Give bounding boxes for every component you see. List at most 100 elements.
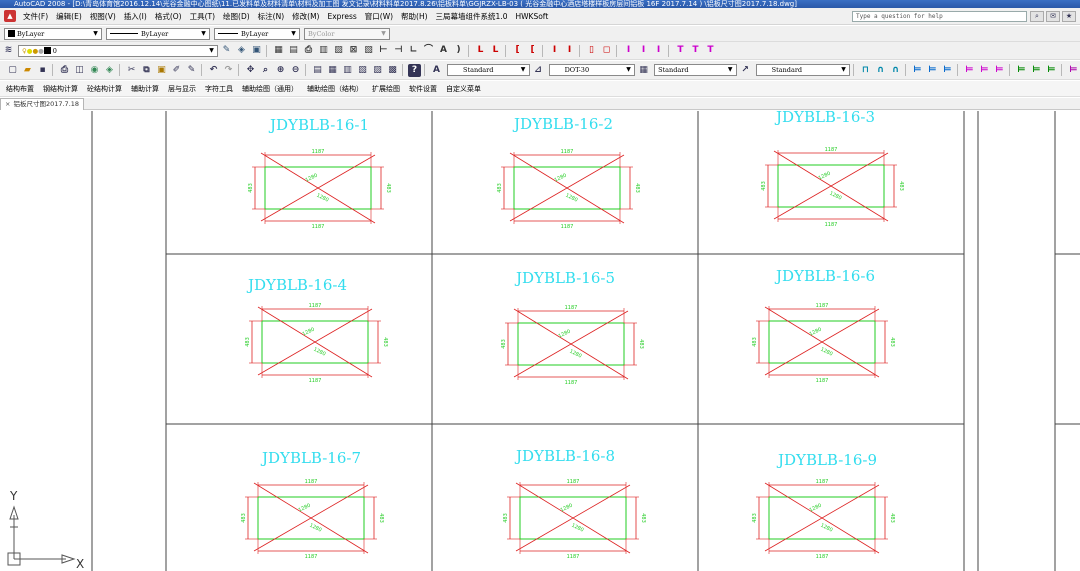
layer-states-icon[interactable]: ▣ [250,44,263,57]
text-style-icon[interactable]: A [430,64,443,77]
custom-menu-user-defined[interactable]: 自定义菜单 [440,84,484,94]
custom-menu-extended-draw[interactable]: 扩展绘图 [366,84,403,94]
markup-set-icon[interactable]: ▨ [371,64,384,77]
publish-icon[interactable]: ▨ [332,44,345,57]
etransmit-icon[interactable]: ◈ [103,64,116,77]
custom-menu-software-settings[interactable]: 软件设置 [403,84,440,94]
custom-menu-text-tools[interactable]: 字符工具 [199,84,236,94]
beam-tool-icon[interactable]: ∩ [874,64,887,77]
zoom-window-icon[interactable]: ⊠ [347,44,360,57]
dim-style-dropdown[interactable]: DOT-30 ▼ [548,64,636,76]
linetype-control-dropdown[interactable]: ByLayer ▼ [106,27,210,40]
aluminum-panel[interactable]: 1187 1187 483 483 1280 1280 [497,149,640,230]
properties-icon[interactable]: ▤ [311,64,324,77]
section-t2-icon[interactable]: T [689,44,702,57]
menu-draw[interactable]: 绘图(D) [219,8,254,25]
bracket-tool-8-icon[interactable]: ⊨ [1030,64,1043,77]
dimension-angular-icon[interactable]: ∟ [407,44,420,57]
section-c2-icon[interactable]: [ [526,44,539,57]
bracket-tool-1-icon[interactable]: ⊨ [911,64,924,77]
zoom-previous-icon[interactable]: ⊖ [289,64,302,77]
zoom-window-icon[interactable]: ⊕ [274,64,287,77]
bracket-tool-10-icon[interactable]: ⊨ [1067,64,1080,77]
lineweight-control-dropdown[interactable]: ByLayer ▼ [214,27,300,40]
redo-icon[interactable]: ↷ [222,64,235,77]
document-tab[interactable]: × 铝板尺寸图2017.7.18 [0,98,85,110]
column-tool-icon[interactable]: ⊓ [859,64,872,77]
sheet-set-manager-icon[interactable]: ▧ [356,64,369,77]
quickcalc-icon[interactable]: ▩ [386,64,399,77]
section-i-icon[interactable]: I [548,44,561,57]
drawing-canvas[interactable]: 1187 1187 483 483 1280 1280 1187 1187 483 483 1280… [0,108,1080,571]
bracket-tool-5-icon[interactable]: ⊨ [978,64,991,77]
table-style-dropdown[interactable]: Standard ▼ [654,64,737,76]
custom-menu-concrete-calc[interactable]: 砼结构计算 [81,84,125,94]
hatch-icon[interactable]: ▧ [362,44,375,57]
custom-menu-aux-draw-general[interactable]: 辅助绘图（通用） [236,84,301,94]
dimension-aligned-icon[interactable]: ⊣ [392,44,405,57]
menu-express[interactable]: Express [323,8,360,25]
multileader-style-dropdown[interactable]: Standard ▼ [755,64,851,76]
section-h3-icon[interactable]: I [652,44,665,57]
plot-icon[interactable]: ⎙ [58,64,71,77]
match-properties-icon[interactable]: ✐ [170,64,183,77]
favorites-star-icon[interactable]: ★ [1062,11,1076,22]
dimension-style-icon[interactable]: ⊿ [532,64,545,77]
save-icon[interactable]: ▪ [36,64,49,77]
publish-3d-icon[interactable]: ◉ [88,64,101,77]
menu-insert[interactable]: 插入(I) [120,8,151,25]
dimension-radius-icon[interactable]: ⌒ [422,44,435,57]
print-icon[interactable]: ⎙ [302,44,315,57]
bracket-tool-7-icon[interactable]: ⊨ [1015,64,1028,77]
section-i2-icon[interactable]: I [563,44,576,57]
bracket-tool-6-icon[interactable]: ⊨ [993,64,1006,77]
new-file-icon[interactable]: ▢ [6,64,19,77]
aluminum-panel[interactable]: 1187 1187 483 483 1280 1280 [503,479,646,560]
arc-icon[interactable]: ) [452,44,465,57]
aluminum-panel[interactable]: 1187 1187 483 483 1280 1280 [248,149,391,230]
multileader-style-icon[interactable]: ↗ [739,64,752,77]
aluminum-panel[interactable]: 1187 1187 483 483 1280 1280 [241,479,384,560]
layer-control-dropdown[interactable]: ♀●●● 0 ▼ [18,44,218,57]
aluminum-panel[interactable]: 1187 1187 483 483 1280 1280 [501,305,644,386]
menu-file[interactable]: 文件(F) [19,8,52,25]
table-icon[interactable]: ▤ [287,44,300,57]
block-editor-icon[interactable]: ✎ [185,64,198,77]
copy-icon[interactable]: ⧉ [140,64,153,77]
tool-palettes-icon[interactable]: ▥ [341,64,354,77]
menu-view[interactable]: 视图(V) [86,8,120,25]
dimension-linear-icon[interactable]: ⊢ [377,44,390,57]
block-icon[interactable]: ▦ [272,44,285,57]
section-box2-icon[interactable]: ◻ [600,44,613,57]
layer-previous-icon[interactable]: ◈ [235,44,248,57]
section-l2-icon[interactable]: L [489,44,502,57]
bracket-tool-3-icon[interactable]: ⊨ [941,64,954,77]
open-file-icon[interactable]: ▰ [21,64,34,77]
preview-icon[interactable]: ◫ [73,64,86,77]
custom-menu-structure-layout[interactable]: 结构布置 [0,84,37,94]
menu-dimension[interactable]: 标注(N) [254,8,288,25]
undo-icon[interactable]: ↶ [207,64,220,77]
bracket-tool-9-icon[interactable]: ⊨ [1045,64,1058,77]
menu-curtainwall-system[interactable]: 三局幕墙组件系统1.0 [432,8,512,25]
custom-menu-layer-display[interactable]: 层与显示 [162,84,199,94]
section-h-icon[interactable]: I [622,44,635,57]
wall-tool-icon[interactable]: ∩ [889,64,902,77]
menu-hwksoft[interactable]: HWKSoft [511,8,552,25]
custom-menu-steel-calc[interactable]: 钢结构计算 [37,84,81,94]
section-t3-icon[interactable]: T [704,44,717,57]
text-style-dropdown[interactable]: Standard ▼ [447,64,530,76]
color-control-dropdown[interactable]: ByLayer ▼ [4,27,102,40]
multiline-text-icon[interactable]: A [437,44,450,57]
plot-preview-icon[interactable]: ▥ [317,44,330,57]
aluminum-panel[interactable]: 1187 1187 483 483 1280 1280 [752,479,895,560]
aluminum-panel[interactable]: 1187 1187 483 483 1280 1280 [761,147,904,228]
close-icon[interactable]: × [5,100,10,108]
menu-window[interactable]: 窗口(W) [361,8,397,25]
zoom-realtime-icon[interactable]: ⌕ [259,64,272,77]
section-l-icon[interactable]: L [474,44,487,57]
section-c-icon[interactable]: [ [511,44,524,57]
aluminum-panel[interactable]: 1187 1187 483 483 1280 1280 [752,303,895,384]
make-object-layer-current-icon[interactable]: ✎ [220,44,233,57]
menu-format[interactable]: 格式(O) [151,8,186,25]
